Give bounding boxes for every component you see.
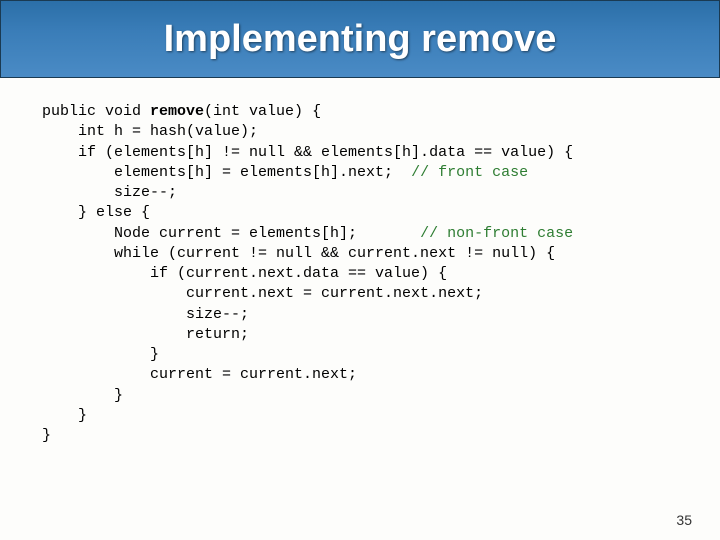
code-line-6: } else { [42, 204, 150, 221]
slide-number: 35 [676, 512, 692, 528]
slide-title: Implementing remove [164, 18, 557, 61]
code-line-3: if (elements[h] != null && elements[h].d… [42, 144, 573, 161]
code-line-17: } [42, 427, 51, 444]
code-comment-2: // non-front case [420, 225, 573, 242]
code-line-14: current = current.next; [42, 366, 357, 383]
code-line-13: } [42, 346, 159, 363]
code-line-16: } [42, 407, 87, 424]
code-line-7a: Node current = elements[h]; [42, 225, 420, 242]
code-line-11: size--; [42, 306, 249, 323]
code-line-5: size--; [42, 184, 177, 201]
code-line-4a: elements[h] = elements[h].next; [42, 164, 411, 181]
code-line-9: if (current.next.data == value) { [42, 265, 447, 282]
code-line-10: current.next = current.next.next; [42, 285, 483, 302]
code-line-1c: (int value) { [204, 103, 321, 120]
code-line-8: while (current != null && current.next !… [42, 245, 555, 262]
code-line-1a: public void [42, 103, 150, 120]
code-block: public void remove(int value) { int h = … [0, 78, 720, 446]
code-comment-1: // front case [411, 164, 528, 181]
title-bar: Implementing remove [0, 0, 720, 78]
code-line-1b: remove [150, 103, 204, 120]
code-line-2: int h = hash(value); [42, 123, 258, 140]
code-line-15: } [42, 387, 123, 404]
code-line-12: return; [42, 326, 249, 343]
